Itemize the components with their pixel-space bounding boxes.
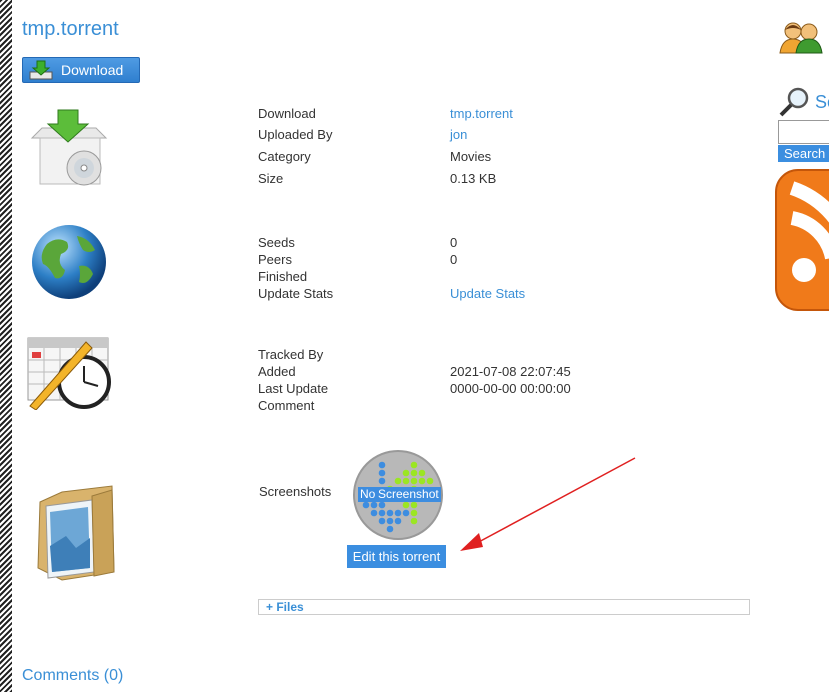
files-toggle[interactable]: + Files (266, 600, 304, 614)
stats-row-seeds: Seeds 0 (258, 234, 738, 251)
search-input[interactable] (778, 120, 829, 144)
files-toggle-bar: + Files (258, 599, 750, 615)
torrent-file-link[interactable]: tmp.torrent (450, 105, 513, 122)
edit-torrent-button[interactable]: Edit this torrent (347, 545, 446, 568)
detail-label: Download (258, 106, 316, 121)
tracking-row-added: Added 2021-07-08 22:07:45 (258, 363, 738, 380)
tracking-label: Added (258, 364, 296, 379)
last-update-value: 0000-00-00 00:00:00 (450, 381, 571, 396)
download-button[interactable]: Download (22, 57, 140, 83)
users-icon (779, 22, 823, 54)
comments-link[interactable]: Comments (0) (22, 667, 123, 685)
no-screenshot-image[interactable]: No Screenshot (352, 449, 444, 541)
package-disc-icon (30, 109, 108, 186)
tracking-row-last-update: Last Update 0000-00-00 00:00:00 (258, 380, 738, 397)
stats-label: Seeds (258, 235, 295, 250)
detail-row-uploaded-by: Uploaded By jon (258, 126, 738, 143)
detail-label: Category (258, 149, 311, 164)
tracking-label: Comment (258, 398, 315, 413)
search-button[interactable]: Search (778, 145, 829, 162)
rss-icon[interactable] (774, 168, 829, 313)
detail-row-category: Category Movies (258, 148, 738, 165)
download-arrow-icon (29, 60, 53, 80)
detail-row-download: Download tmp.torrent (258, 105, 738, 122)
no-label: No (358, 487, 378, 502)
detail-label: Size (258, 171, 284, 186)
globe-icon (32, 225, 106, 299)
stats-label: Update Stats (258, 286, 334, 301)
calendar-clock-icon (27, 337, 111, 410)
download-button-label: Download (61, 62, 124, 78)
seeds-value: 0 (450, 235, 458, 250)
uploader-link[interactable]: jon (450, 126, 467, 143)
category-value: Movies (450, 149, 492, 164)
left-edge-border (0, 0, 12, 692)
peers-value: 0 (450, 252, 458, 267)
stats-row-update: Update Stats Update Stats (258, 285, 738, 302)
annotation-arrow (460, 457, 636, 551)
page-title: tmp.torrent (22, 18, 119, 40)
detail-label: Uploaded By (258, 127, 333, 142)
tracking-label: Tracked By (258, 347, 324, 362)
detail-row-size: Size 0.13 KB (258, 170, 738, 187)
tracking-row-comment: Comment (258, 397, 738, 414)
stats-row-peers: Peers 0 (258, 251, 738, 268)
search-heading: Se (815, 92, 829, 112)
stats-row-finished: Finished (258, 268, 738, 285)
magnifier-icon (779, 87, 809, 117)
tracking-row-tracked-by: Tracked By (258, 346, 738, 363)
stats-label: Peers (258, 252, 292, 267)
screenshots-label: Screenshots (259, 484, 332, 499)
update-stats-link[interactable]: Update Stats (450, 285, 525, 302)
stats-label: Finished (258, 269, 308, 284)
size-value: 0.13 KB (450, 171, 497, 186)
added-value: 2021-07-08 22:07:45 (450, 364, 571, 379)
folder-picture-icon (37, 485, 115, 581)
screenshot-label: Screenshot (376, 487, 441, 502)
tracking-label: Last Update (258, 381, 329, 396)
